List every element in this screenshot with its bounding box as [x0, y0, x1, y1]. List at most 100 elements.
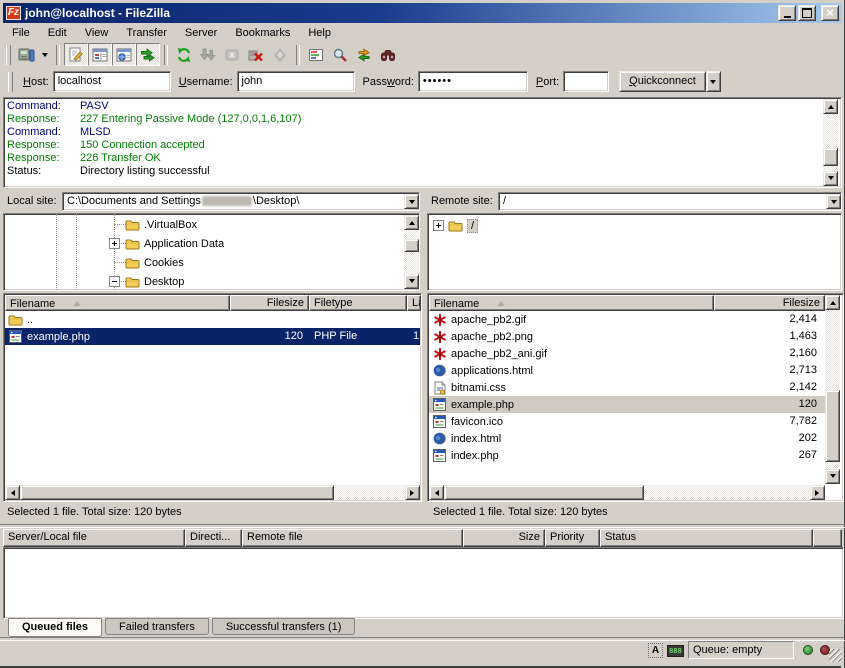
- filezilla-app-icon[interactable]: Fz: [6, 6, 21, 20]
- username-input[interactable]: john: [237, 71, 355, 92]
- refresh-button[interactable]: [172, 43, 196, 66]
- collapse-icon[interactable]: [109, 276, 120, 287]
- tree-item-application-data[interactable]: Application Data: [125, 234, 224, 253]
- menu-help[interactable]: Help: [299, 24, 340, 42]
- tree-item-desktop[interactable]: Desktop: [125, 272, 184, 291]
- site-manager-button[interactable]: [14, 43, 38, 66]
- hscrollbar-thumb[interactable]: [20, 485, 334, 500]
- hscrollbar-thumb[interactable]: [444, 485, 644, 500]
- scroll-down-button[interactable]: [825, 469, 840, 484]
- local-site-combo[interactable]: C:\Documents and Settings\Desktop\: [62, 192, 420, 211]
- quickconnect-grip[interactable]: [8, 72, 13, 92]
- tree-item-cookies[interactable]: Cookies: [125, 253, 184, 272]
- minimize-button[interactable]: [778, 5, 796, 21]
- maximize-button[interactable]: [798, 5, 816, 21]
- local-tree-view-button[interactable]: [88, 43, 112, 66]
- menu-file[interactable]: File: [3, 24, 39, 42]
- scroll-left-button[interactable]: [429, 485, 444, 500]
- toolbar-grip[interactable]: [6, 45, 11, 65]
- local-site-combo-dropdown[interactable]: [404, 194, 419, 209]
- file-row-apache-pb2-png[interactable]: apache_pb2.png1,463: [429, 328, 825, 345]
- transfer-queue-view-button[interactable]: [136, 43, 160, 66]
- column-header-filesize[interactable]: Filesize: [230, 295, 309, 311]
- scroll-right-button[interactable]: [810, 485, 825, 500]
- tree-item-root[interactable]: /: [448, 216, 478, 235]
- site-manager-dropdown-button[interactable]: [38, 43, 52, 66]
- column-header-filetype[interactable]: Filetype: [309, 295, 407, 311]
- local-list-hscrollbar[interactable]: [5, 485, 420, 500]
- queue-column-header-directi[interactable]: Directi...: [185, 529, 242, 547]
- synchronized-browsing-button[interactable]: [352, 43, 376, 66]
- queue-splitter[interactable]: [0, 524, 845, 528]
- expand-icon[interactable]: [433, 220, 444, 231]
- file-row-index-html[interactable]: index.html202: [429, 430, 825, 447]
- speed-limits-icon[interactable]: 888: [667, 645, 684, 657]
- local-tree-scrollbar-thumb[interactable]: [404, 239, 419, 252]
- file-row-[interactable]: ..: [5, 311, 420, 328]
- disconnect-button[interactable]: [244, 43, 268, 66]
- column-header-filename[interactable]: Filename: [429, 295, 714, 311]
- local-tree-scroll-down-button[interactable]: [404, 274, 419, 289]
- file-name: example.php: [451, 399, 514, 411]
- process-queue-button[interactable]: [196, 43, 220, 66]
- quickconnect-button[interactable]: Quickconnect: [619, 71, 706, 92]
- scroll-right-button[interactable]: [405, 485, 420, 500]
- menu-edit[interactable]: Edit: [39, 24, 76, 42]
- tab-successful-transfers-1[interactable]: Successful transfers (1): [212, 618, 356, 635]
- title-bar[interactable]: Fz john@localhost - FileZilla ×: [3, 3, 842, 23]
- queue-column-header-status[interactable]: Status: [600, 529, 813, 547]
- ascii-datatype-indicator[interactable]: A: [648, 643, 663, 658]
- queue-column-header-priority[interactable]: Priority: [545, 529, 600, 547]
- remote-site-combo-dropdown[interactable]: [826, 194, 841, 209]
- scroll-up-button[interactable]: [825, 295, 840, 310]
- log-scrollbar-thumb[interactable]: [823, 148, 838, 166]
- tab-failed-transfers[interactable]: Failed transfers: [105, 618, 209, 635]
- column-header-last-modified[interactable]: Last modified: [407, 295, 421, 311]
- local-tree-scroll-up-button[interactable]: [404, 215, 419, 230]
- transfer-queue-body[interactable]: [3, 547, 844, 619]
- remote-site-combo[interactable]: /: [498, 192, 842, 211]
- queue-column-header-size[interactable]: Size: [463, 529, 545, 547]
- file-row-example-php[interactable]: example.php120: [429, 396, 825, 413]
- tree-item-virtualbox[interactable]: .VirtualBox: [125, 215, 197, 234]
- port-input[interactable]: [563, 71, 609, 92]
- queue-column-header-server-local-file[interactable]: Server/Local file: [3, 529, 185, 547]
- menu-server[interactable]: Server: [176, 24, 226, 42]
- scroll-left-button[interactable]: [5, 485, 20, 500]
- arrow-right-icon: [815, 490, 822, 496]
- menu-bookmarks[interactable]: Bookmarks: [226, 24, 299, 42]
- host-label: Host:: [23, 76, 49, 88]
- file-row-favicon-ico[interactable]: favicon.ico7,782: [429, 413, 825, 430]
- file-row-apache-pb2-gif[interactable]: apache_pb2.gif2,414: [429, 311, 825, 328]
- expand-icon[interactable]: [109, 238, 120, 249]
- queue-column-header-remote-file[interactable]: Remote file: [242, 529, 463, 547]
- file-row-index-php[interactable]: index.php267: [429, 447, 825, 464]
- menu-transfer[interactable]: Transfer: [117, 24, 176, 42]
- log-scroll-down-button[interactable]: [823, 171, 838, 186]
- file-row-example-php[interactable]: example.php120PHP File1: [5, 328, 420, 345]
- find-files-button[interactable]: [376, 43, 400, 66]
- reconnect-button[interactable]: [268, 43, 292, 66]
- log-scroll-up-button[interactable]: [823, 99, 838, 114]
- close-button[interactable]: ×: [821, 5, 839, 21]
- window-resize-grip[interactable]: [829, 649, 842, 662]
- file-row-apache-pb2-ani-gif[interactable]: apache_pb2_ani.gif2,160: [429, 345, 825, 362]
- directory-comparison-button[interactable]: [328, 43, 352, 66]
- vscrollbar-thumb[interactable]: [825, 390, 840, 462]
- host-input[interactable]: localhost: [53, 71, 171, 92]
- file-row-applications-html[interactable]: applications.html2,713: [429, 362, 825, 379]
- menu-view[interactable]: View: [76, 24, 118, 42]
- remote-tree-view-button[interactable]: [112, 43, 136, 66]
- firefox-file-icon: [432, 432, 447, 445]
- tab-queued-files[interactable]: Queued files: [8, 618, 102, 637]
- cancel-operation-button[interactable]: [220, 43, 244, 66]
- column-header-filesize[interactable]: Filesize: [714, 295, 825, 311]
- file-row-bitnami-css[interactable]: bitnami.css2,142: [429, 379, 825, 396]
- password-input[interactable]: ••••••: [418, 71, 528, 92]
- quickconnect-dropdown-button[interactable]: [706, 71, 721, 92]
- file-name: index.html: [451, 433, 501, 445]
- message-log-button[interactable]: [64, 43, 88, 66]
- directory-listing-filters-button[interactable]: [304, 43, 328, 66]
- queue-column-header-filler[interactable]: [813, 529, 842, 547]
- column-header-filename[interactable]: Filename: [5, 295, 230, 311]
